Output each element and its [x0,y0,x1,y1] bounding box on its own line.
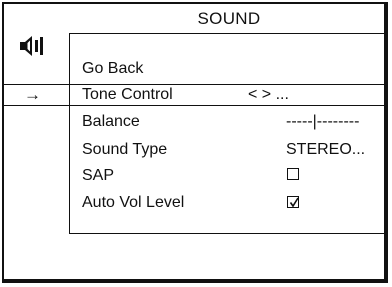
menu-item-sap[interactable]: SAP [82,166,114,186]
menu-item-go-back[interactable]: Go Back [82,59,143,79]
sap-checkbox[interactable] [287,168,299,180]
menu-divider-bottom [69,233,388,234]
speaker-icon [20,36,43,56]
menu-divider-top [69,33,388,34]
auto-vol-level-checkbox[interactable] [287,196,299,208]
menu-divider-vertical [69,33,70,234]
menu-item-tone-control[interactable]: Tone Control [82,85,173,105]
selection-arrow-icon: → [24,85,41,104]
menu-item-auto-vol-level[interactable]: Auto Vol Level [82,193,184,213]
menu-item-sound-type[interactable]: Sound Type [82,140,167,160]
checkmark-icon [289,197,299,208]
selection-line-bottom [4,105,388,106]
tone-control-value[interactable]: < > ... [248,85,289,105]
sound-type-value[interactable]: STEREO... [286,140,365,160]
menu-item-balance[interactable]: Balance [82,112,140,132]
menu-title: SOUND [197,9,261,28]
selection-line-top [4,84,388,85]
balance-slider[interactable]: -----|-------- [286,112,359,132]
